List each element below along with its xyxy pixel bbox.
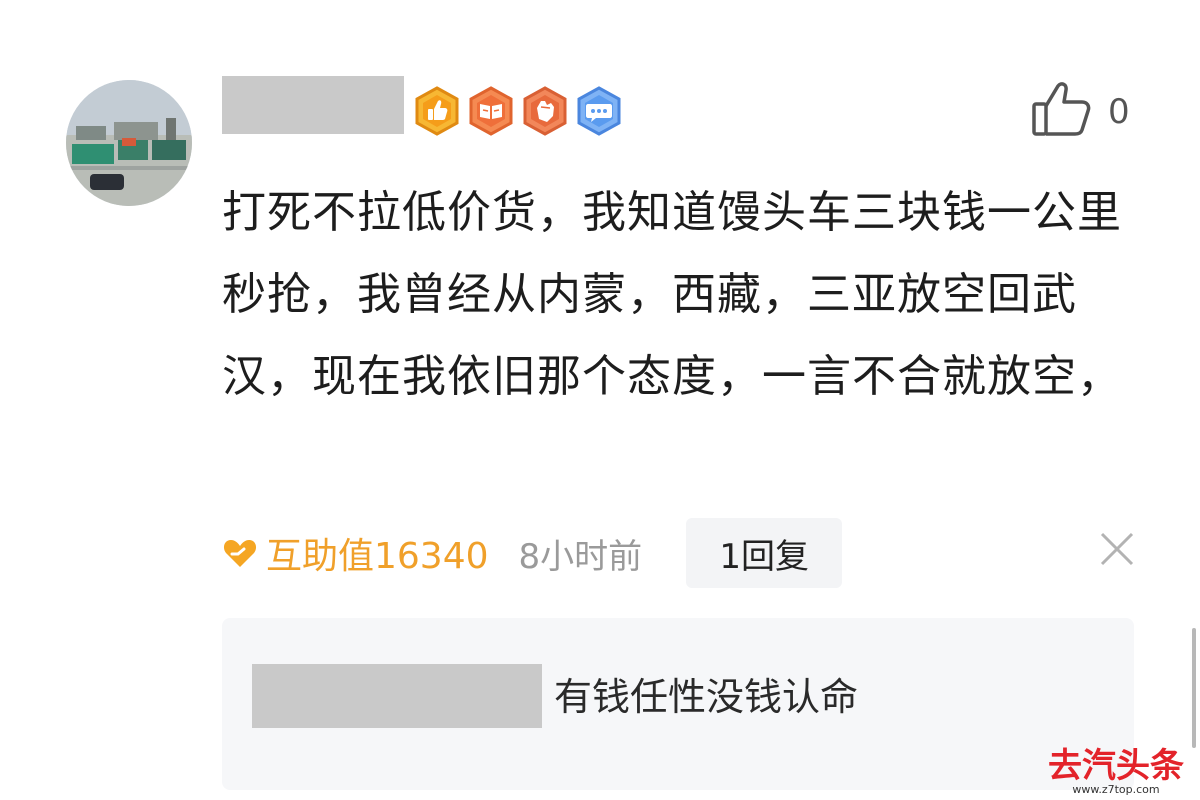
scrollbar[interactable]	[1192, 628, 1196, 748]
helpful-heart-icon	[223, 540, 257, 567]
thumbs-up-badge-icon[interactable]	[414, 86, 460, 136]
username-redacted[interactable]	[222, 76, 404, 134]
comment-text: 打死不拉低价货，我知道馒头车三块钱一公里秒抢，我曾经从内蒙，西藏，三亚放空回武汉…	[222, 187, 1122, 402]
helpful-value: 互助值16340	[266, 536, 489, 577]
like-thumbs-up-icon[interactable]	[1030, 80, 1094, 140]
comment-card: 0 打死不拉低价货，我知道馒头车三块钱一公里秒抢，我曾经从内蒙，西藏，三亚放空回…	[0, 0, 1200, 800]
user-badges	[414, 86, 622, 138]
comment-timestamp: 8小时前	[518, 536, 643, 577]
reply-count-button[interactable]: 1回复	[686, 518, 843, 588]
comment-meta: 互助值16340 8小时前 1回复	[222, 518, 843, 588]
reply-text: 有钱任性没钱认命	[554, 675, 859, 719]
like-count: 0	[1108, 92, 1130, 132]
book-badge-icon[interactable]	[468, 86, 514, 136]
fist-badge-icon[interactable]	[522, 86, 568, 136]
avatar-image	[66, 80, 192, 206]
reply-preview[interactable]: 有钱任性没钱认命	[222, 618, 1134, 790]
avatar[interactable]	[66, 80, 192, 206]
reply-username-redacted[interactable]	[252, 664, 542, 728]
watermark-logo: 去汽头条	[1048, 746, 1184, 786]
watermark: 去汽头条 www.z7top.com	[1040, 748, 1192, 796]
chat-badge-icon[interactable]	[576, 86, 622, 136]
close-icon[interactable]	[1098, 530, 1136, 568]
